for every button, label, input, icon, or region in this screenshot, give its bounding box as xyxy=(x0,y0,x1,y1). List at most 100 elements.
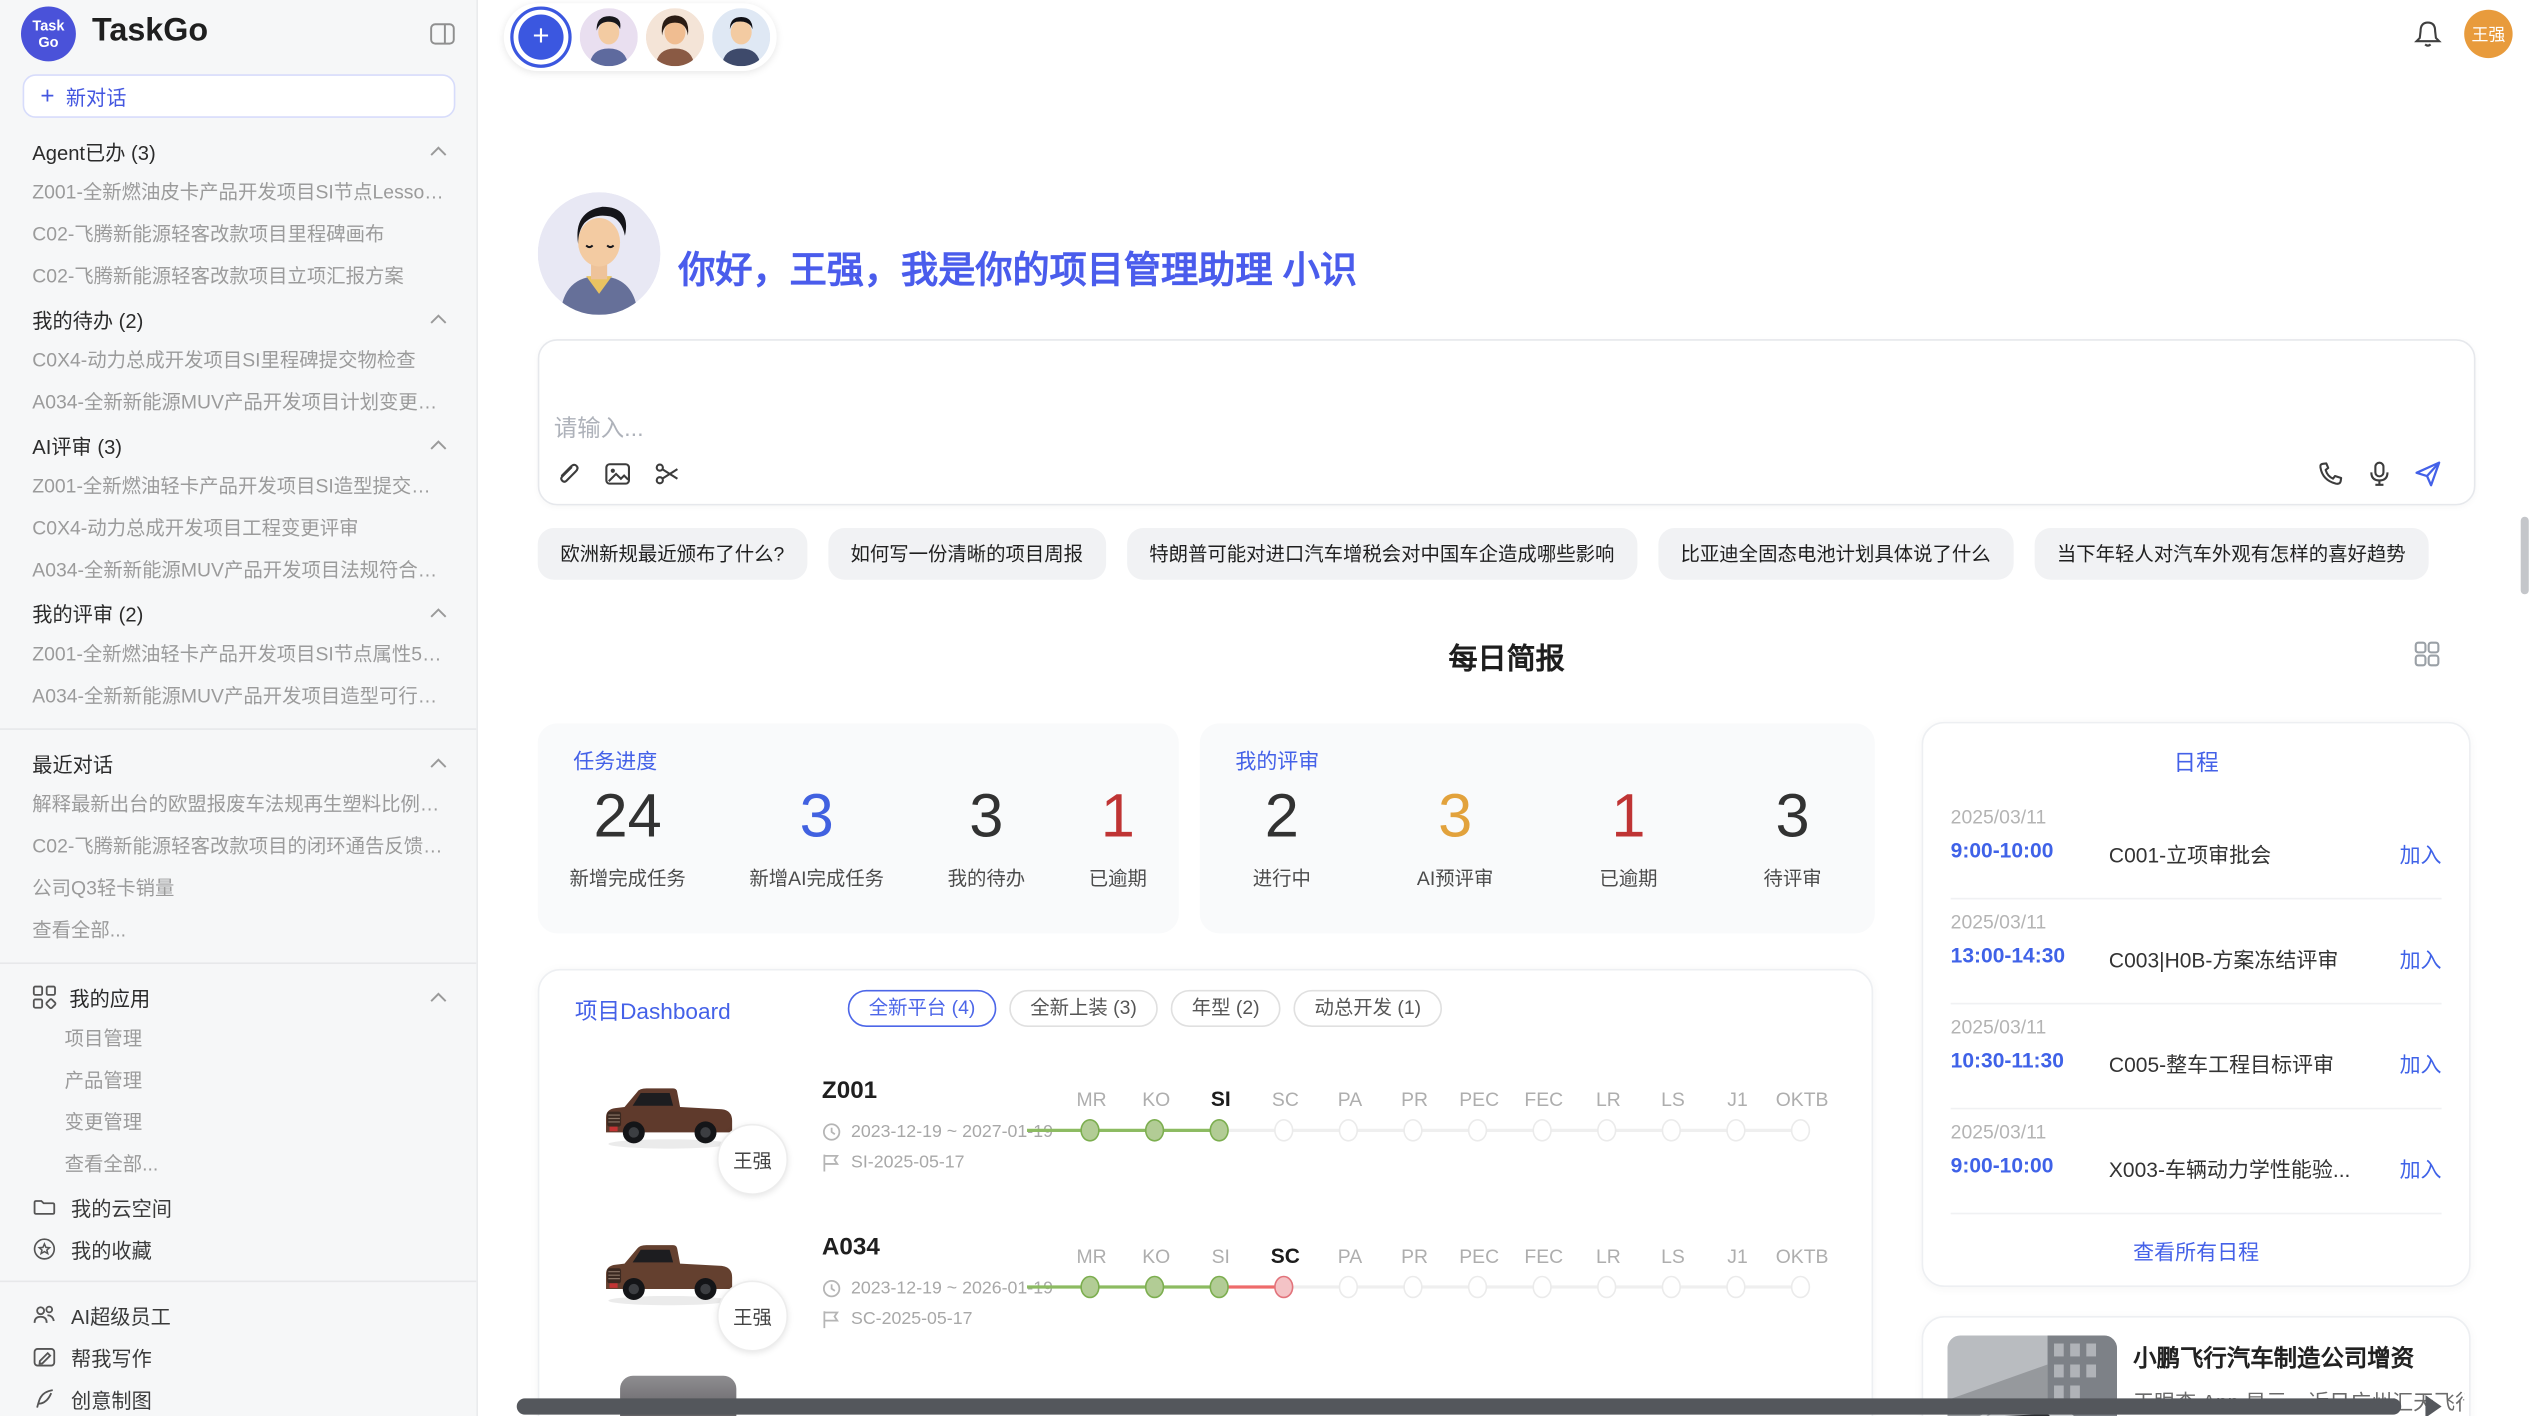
chevron-up-icon[interactable] xyxy=(430,312,448,323)
sidebar-item-creative-draw[interactable]: 创意制图 xyxy=(0,1377,476,1416)
milestone[interactable]: OKTB xyxy=(1770,1243,1835,1269)
horizontal-scrollbar[interactable] xyxy=(517,1398,2401,1414)
milestone[interactable]: LR xyxy=(1576,1087,1641,1113)
sidebar-collapse-icon[interactable] xyxy=(430,21,456,47)
chevron-up-icon[interactable] xyxy=(430,145,448,156)
avatar[interactable] xyxy=(580,8,638,66)
sidebar-item-cloud-space[interactable]: 我的云空间 xyxy=(0,1185,476,1227)
chevron-up-icon[interactable] xyxy=(430,991,448,1002)
list-item[interactable]: C02-飞腾新能源轻客改款项目里程碑画布 xyxy=(0,213,476,255)
milestone[interactable]: PEC xyxy=(1447,1243,1512,1269)
section-header-my-review[interactable]: 我的评审 (2) xyxy=(0,591,476,633)
filter-pill[interactable]: 年型 (2) xyxy=(1171,990,1281,1027)
user-avatar[interactable]: 王强 xyxy=(2464,10,2512,58)
milestone[interactable]: KO xyxy=(1124,1243,1189,1269)
bell-icon[interactable] xyxy=(2414,19,2441,48)
chevron-up-icon[interactable] xyxy=(430,757,448,768)
section-header-agent-done[interactable]: Agent已办 (3) xyxy=(0,129,476,171)
milestone[interactable]: PA xyxy=(1318,1087,1383,1113)
list-item[interactable]: Z001-全新燃油轻卡产品开发项目SI造型提交物评审 xyxy=(0,465,476,507)
scroll-right-arrow-icon[interactable] xyxy=(2425,1395,2441,1416)
join-link[interactable]: 加入 xyxy=(2400,1153,2442,1184)
milestone[interactable]: J1 xyxy=(1705,1243,1770,1269)
section-header-ai-review[interactable]: AI评审 (3) xyxy=(0,423,476,465)
milestone-dot xyxy=(1662,1119,1681,1142)
join-link[interactable]: 加入 xyxy=(2400,838,2442,869)
list-item[interactable]: Z001-全新燃油皮卡产品开发项目SI节点Lesson Learn报告 xyxy=(0,171,476,213)
add-conversation-button[interactable]: + xyxy=(510,6,571,67)
suggestion-chip[interactable]: 特朗普可能对进口汽车增税会对中国车企造成哪些影响 xyxy=(1127,528,1637,580)
list-item[interactable]: C0X4-动力总成开发项目SI里程碑提交物检查 xyxy=(0,339,476,381)
filter-pill[interactable]: 全新平台 (4) xyxy=(848,990,997,1027)
milestone[interactable]: LS xyxy=(1641,1243,1706,1269)
section-header-recent-chats[interactable]: 最近对话 xyxy=(0,741,476,783)
app-item[interactable]: 产品管理 xyxy=(0,1059,476,1101)
mic-icon[interactable] xyxy=(2366,460,2393,487)
list-item[interactable]: C02-飞腾新能源轻客改款项目立项汇报方案 xyxy=(0,255,476,297)
chevron-up-icon[interactable] xyxy=(430,438,448,449)
filter-pill[interactable]: 全新上装 (3) xyxy=(1009,990,1158,1027)
send-icon[interactable] xyxy=(2414,460,2441,487)
app-item[interactable]: 项目管理 xyxy=(0,1017,476,1059)
list-item[interactable]: 解释最新出台的欧盟报废车法规再生塑料比例被调至15% xyxy=(0,783,476,825)
milestone[interactable]: SI xyxy=(1188,1087,1253,1113)
section-header-my-apps[interactable]: 我的应用 xyxy=(0,975,476,1017)
suggestion-chip[interactable]: 欧洲新规最近颁布了什么? xyxy=(538,528,807,580)
chevron-up-icon[interactable] xyxy=(430,606,448,617)
project-owner-badge[interactable]: 王强 xyxy=(717,1124,788,1195)
milestone[interactable]: PR xyxy=(1382,1087,1447,1113)
milestone[interactable]: MR xyxy=(1059,1087,1124,1113)
milestone[interactable]: FEC xyxy=(1511,1087,1576,1113)
list-item[interactable]: 公司Q3轻卡销量 xyxy=(0,867,476,909)
layout-grid-icon[interactable] xyxy=(2414,641,2440,667)
app-item[interactable]: 查看全部... xyxy=(0,1143,476,1185)
list-item[interactable]: A034-全新新能源MUV产品开发项目造型可行性评审 xyxy=(0,675,476,717)
milestone[interactable]: J1 xyxy=(1705,1087,1770,1113)
suggestion-chip[interactable]: 如何写一份清晰的项目周报 xyxy=(828,528,1106,580)
milestone[interactable]: SI xyxy=(1188,1243,1253,1269)
project-owner-badge[interactable]: 王强 xyxy=(717,1281,788,1352)
chat-input[interactable]: 请输入... xyxy=(554,410,644,444)
milestone[interactable]: SC xyxy=(1253,1087,1318,1113)
project-row[interactable]: 王强 A034 2023-12-19 ~ 2026-01-19 SC-2025-… xyxy=(539,1205,1871,1362)
filter-pill[interactable]: 动总开发 (1) xyxy=(1294,990,1443,1027)
suggestion-chip[interactable]: 比亚迪全固态电池计划具体说了什么 xyxy=(1658,528,2013,580)
milestone[interactable]: KO xyxy=(1124,1087,1189,1113)
sidebar-scroll-area[interactable]: Agent已办 (3) Z001-全新燃油皮卡产品开发项目SI节点Lesson … xyxy=(0,129,476,1416)
list-item[interactable]: Z001-全新燃油轻卡产品开发项目SI节点属性5D文件评审 xyxy=(0,633,476,675)
paperclip-icon[interactable] xyxy=(554,460,581,487)
list-item[interactable]: C0X4-动力总成开发项目工程变更评审 xyxy=(0,507,476,549)
sidebar-item-ai-staff[interactable]: AI超级员工 xyxy=(0,1293,476,1335)
image-icon[interactable] xyxy=(604,460,631,487)
sidebar-item-favorites[interactable]: 我的收藏 xyxy=(0,1227,476,1269)
suggestion-chip[interactable]: 当下年轻人对汽车外观有怎样的喜好趋势 xyxy=(2034,528,2428,580)
avatar[interactable] xyxy=(646,8,704,66)
sidebar-item-help-write[interactable]: 帮我写作 xyxy=(0,1335,476,1377)
list-item[interactable]: 查看全部... xyxy=(0,909,476,951)
milestone[interactable]: PR xyxy=(1382,1243,1447,1269)
milestone[interactable]: SC xyxy=(1253,1243,1318,1269)
stat-value: 3 xyxy=(948,782,1026,853)
list-item[interactable]: A034-全新新能源MUV产品开发项目法规符合性评审 xyxy=(0,549,476,591)
milestone[interactable]: LR xyxy=(1576,1243,1641,1269)
milestone[interactable]: FEC xyxy=(1511,1243,1576,1269)
milestone[interactable]: PA xyxy=(1318,1243,1383,1269)
stat-item: 1 已逾期 xyxy=(1599,782,1657,892)
list-item[interactable]: C02-飞腾新能源轻客改款项目的闭环通告反馈情况 xyxy=(0,825,476,867)
vertical-scrollbar[interactable] xyxy=(2521,517,2529,595)
milestone[interactable]: OKTB xyxy=(1770,1087,1835,1113)
new-chat-button[interactable]: + 新对话 xyxy=(23,74,456,118)
join-link[interactable]: 加入 xyxy=(2400,1048,2442,1079)
view-all-schedule-link[interactable]: 查看所有日程 xyxy=(1923,1221,2469,1286)
list-item[interactable]: A034-全新新能源MUV产品开发项目计划变更表编写 xyxy=(0,381,476,423)
phone-icon[interactable] xyxy=(2317,460,2344,487)
scissors-icon[interactable] xyxy=(654,460,681,487)
milestone[interactable]: PEC xyxy=(1447,1087,1512,1113)
avatar[interactable] xyxy=(712,8,770,66)
milestone[interactable]: LS xyxy=(1641,1087,1706,1113)
join-link[interactable]: 加入 xyxy=(2400,943,2442,974)
project-row[interactable]: 王强 Z001 2023-12-19 ~ 2027-01-19 SI-2025-… xyxy=(539,1048,1871,1205)
app-item[interactable]: 变更管理 xyxy=(0,1101,476,1143)
milestone[interactable]: MR xyxy=(1059,1243,1124,1269)
section-header-my-todo[interactable]: 我的待办 (2) xyxy=(0,297,476,339)
